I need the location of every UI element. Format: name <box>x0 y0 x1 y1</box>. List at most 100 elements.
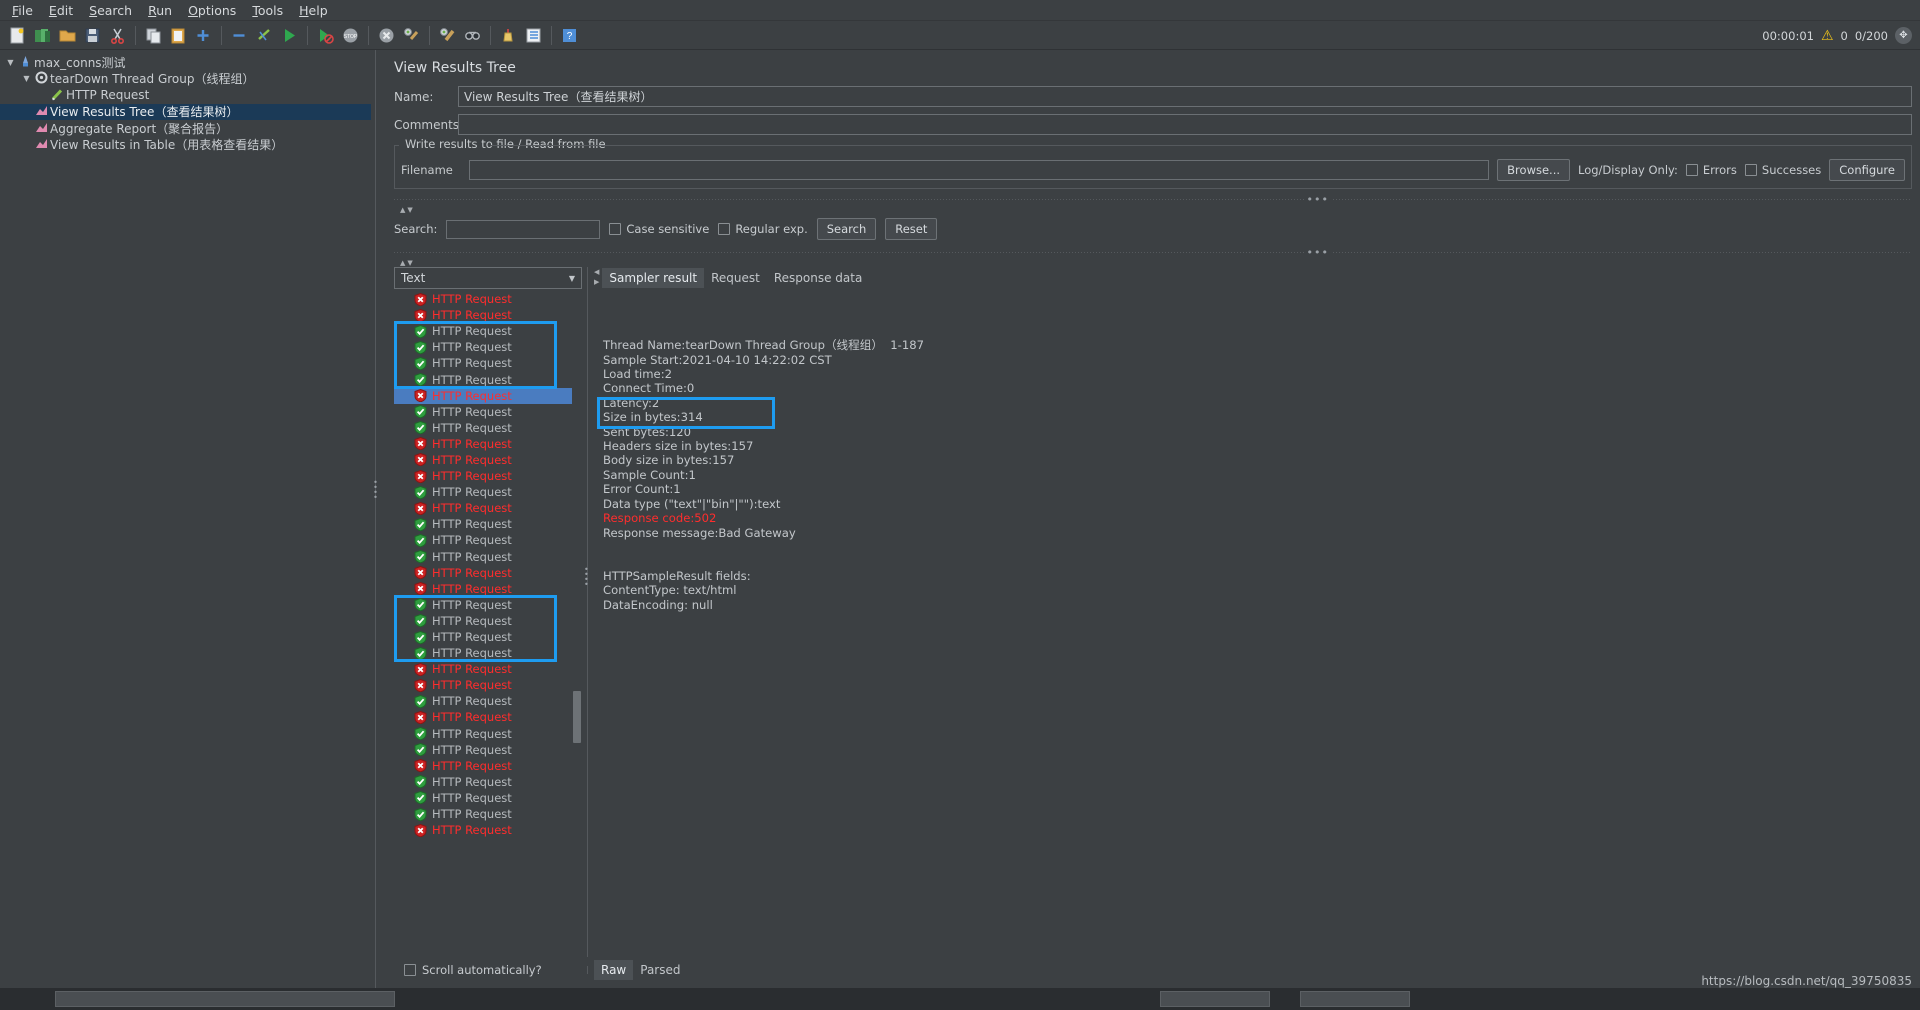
view-tab-raw[interactable]: Raw <box>594 959 634 980</box>
result-list-item[interactable]: HTTP Request <box>394 822 582 838</box>
filename-input[interactable] <box>469 160 1490 180</box>
errors-checkbox-box[interactable] <box>1685 164 1698 176</box>
tab-response-data[interactable]: Response data <box>767 268 869 288</box>
menu-tools[interactable]: Tools <box>244 1 291 20</box>
result-list-item[interactable]: HTTP Request <box>394 565 582 581</box>
case-sensitive-checkbox[interactable]: Case sensitive <box>609 222 709 236</box>
tab-scroll-arrows[interactable]: ◀ ▶ <box>594 268 602 288</box>
tab-request[interactable]: Request <box>704 268 767 288</box>
tree-node[interactable]: ▼ max_conns测试 <box>0 54 371 71</box>
results-splitter-handle[interactable]: ••• <box>1303 246 1332 259</box>
results-splitter-triangles[interactable]: ▲ ▼ <box>394 259 1912 267</box>
results-collapse-down-icon[interactable]: ▼ <box>407 259 412 267</box>
start-no-pauses-icon[interactable] <box>313 23 337 47</box>
results-scrollbar-thumb[interactable] <box>573 691 581 743</box>
result-list-item[interactable]: HTTP Request <box>394 709 582 725</box>
regex-box[interactable] <box>718 223 731 235</box>
regex-checkbox[interactable]: Regular exp. <box>718 222 808 236</box>
results-detail-divider[interactable]: • • • • <box>582 267 594 957</box>
shutdown-icon[interactable] <box>374 23 398 47</box>
tree-node[interactable]: Aggregate Report（聚合报告） <box>0 120 371 137</box>
stop-icon[interactable]: STOP <box>338 23 362 47</box>
expand-all-icon[interactable] <box>191 23 215 47</box>
tree-node[interactable]: HTTP Request <box>0 87 371 104</box>
comments-input[interactable] <box>458 114 1912 135</box>
result-list-item[interactable]: HTTP Request <box>394 404 582 420</box>
results-splitter[interactable]: ••• <box>394 246 1912 259</box>
result-list-item[interactable]: HTTP Request <box>394 742 582 758</box>
toggle-icon[interactable] <box>252 23 276 47</box>
tree-node[interactable]: ▼ tearDown Thread Group（线程组） <box>0 71 371 88</box>
tree-node[interactable]: View Results in Table（用表格查看结果） <box>0 137 371 154</box>
open-icon[interactable] <box>55 23 79 47</box>
result-list-item[interactable]: HTTP Request <box>394 645 582 661</box>
result-list-item[interactable]: HTTP Request <box>394 516 582 532</box>
menu-run[interactable]: Run <box>140 1 180 20</box>
function-helper-icon[interactable] <box>521 23 545 47</box>
result-list-item[interactable]: HTTP Request <box>394 629 582 645</box>
result-list-item[interactable]: HTTP Request <box>394 661 582 677</box>
case-sensitive-box[interactable] <box>609 223 622 235</box>
search-button[interactable]: Search <box>816 218 877 240</box>
splitter-handle[interactable]: ••• <box>1303 193 1332 206</box>
result-list-item[interactable]: HTTP Request <box>394 549 582 565</box>
scroll-auto-wrap[interactable]: Scroll automatically? <box>394 963 582 977</box>
successes-checkbox[interactable]: Successes <box>1744 163 1821 177</box>
taskbar-window-3[interactable] <box>1300 991 1410 1007</box>
new-icon[interactable] <box>5 23 29 47</box>
result-list-item[interactable]: HTTP Request <box>394 307 582 323</box>
result-list-item[interactable]: HTTP Request <box>394 758 582 774</box>
tab-scroll-right-icon[interactable]: ▶ <box>594 278 599 286</box>
render-selector[interactable]: Text ▼ <box>394 267 582 289</box>
cut-icon[interactable] <box>105 23 129 47</box>
search-input[interactable] <box>446 219 601 239</box>
taskbar-window-1[interactable] <box>55 991 395 1007</box>
successes-checkbox-box[interactable] <box>1744 164 1757 176</box>
warning-icon[interactable]: ⚠ <box>1821 29 1834 43</box>
tab-sampler-result[interactable]: Sampler result <box>602 268 705 288</box>
expand-collapse-icon[interactable]: ✥ <box>1895 27 1912 44</box>
menu-search[interactable]: Search <box>81 1 140 20</box>
menu-help[interactable]: Help <box>291 1 336 20</box>
clear-all-icon[interactable] <box>435 23 459 47</box>
result-list-item[interactable]: HTTP Request <box>394 726 582 742</box>
result-list-item[interactable]: HTTP Request <box>394 436 582 452</box>
clear-icon[interactable] <box>399 23 423 47</box>
result-list-item[interactable]: HTTP Request <box>394 790 582 806</box>
result-list-item[interactable]: HTTP Request <box>394 774 582 790</box>
scroll-auto-box[interactable] <box>404 963 416 976</box>
result-list-item[interactable]: HTTP Request <box>394 387 582 404</box>
start-icon[interactable] <box>277 23 301 47</box>
tree-content-divider[interactable]: • • • • <box>371 50 380 1010</box>
reset-button[interactable]: Reset <box>885 218 938 240</box>
result-list-item[interactable]: HTTP Request <box>394 613 582 629</box>
taskbar-window-2[interactable] <box>1160 991 1270 1007</box>
results-collapse-up-icon[interactable]: ▲ <box>400 259 405 267</box>
chevron-down-icon[interactable]: ▼ <box>569 274 575 283</box>
copy-icon[interactable] <box>141 23 165 47</box>
tab-scroll-left-icon[interactable]: ◀ <box>594 268 599 276</box>
name-input[interactable] <box>458 86 1912 107</box>
templates-icon[interactable] <box>30 23 54 47</box>
search-reset-icon[interactable] <box>496 23 520 47</box>
errors-checkbox[interactable]: Errors <box>1685 163 1737 177</box>
result-list-item[interactable]: HTTP Request <box>394 597 582 613</box>
menu-edit[interactable]: Edit <box>41 1 81 20</box>
tree-expand-icon[interactable]: ▼ <box>20 74 33 83</box>
save-icon[interactable] <box>80 23 104 47</box>
result-list-item[interactable]: HTTP Request <box>394 693 582 709</box>
result-list-item[interactable]: HTTP Request <box>394 468 582 484</box>
result-list-item[interactable]: HTTP Request <box>394 532 582 548</box>
result-list-item[interactable]: HTTP Request <box>394 484 582 500</box>
tree-node[interactable]: View Results Tree（查看结果树） <box>0 103 371 120</box>
splitter-triangles[interactable]: ▲ ▼ <box>394 206 1912 214</box>
collapse-down-icon[interactable]: ▼ <box>407 206 412 214</box>
divider-grip[interactable]: • • • • <box>372 479 379 506</box>
search-splitter[interactable]: ••• <box>394 193 1912 206</box>
result-list-item[interactable]: HTTP Request <box>394 291 582 307</box>
result-list-item[interactable]: HTTP Request <box>394 500 582 516</box>
results-list[interactable]: HTTP Request HTTP Request HTTP Request HTTP… <box>394 291 582 957</box>
menu-options[interactable]: Options <box>180 1 244 20</box>
paste-icon[interactable] <box>166 23 190 47</box>
view-tab-parsed[interactable]: Parsed <box>633 960 687 980</box>
